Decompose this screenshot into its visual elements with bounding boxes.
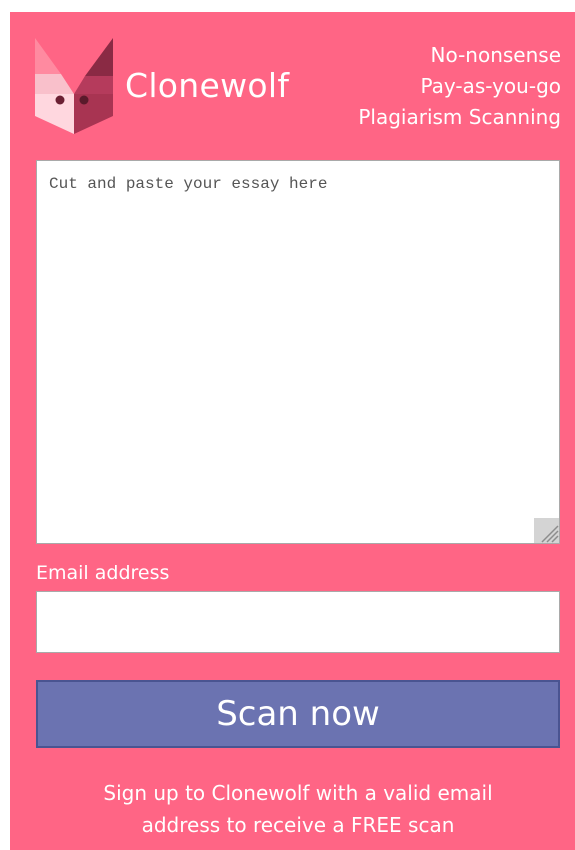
- resize-grip-icon: [541, 525, 559, 543]
- signup-note-line: Sign up to Clonewolf with a valid email: [103, 781, 493, 805]
- scan-now-button[interactable]: Scan now: [36, 680, 560, 748]
- wolf-head-icon: [35, 38, 113, 134]
- scanner-panel: Clonewolf No-nonsense Pay-as-you-go Plag…: [10, 12, 575, 850]
- tagline-line: Plagiarism Scanning: [358, 105, 561, 129]
- email-label: Email address: [36, 562, 170, 584]
- signup-note: Sign up to Clonewolf with a valid email …: [36, 777, 560, 841]
- tagline-line: Pay-as-you-go: [420, 74, 561, 98]
- signup-note-line: address to receive a FREE scan: [141, 813, 455, 837]
- brand-name: Clonewolf: [125, 66, 290, 105]
- email-field[interactable]: [36, 591, 560, 653]
- tagline-line: No-nonsense: [430, 43, 562, 67]
- textarea-resize-handle[interactable]: [534, 518, 559, 543]
- tagline: No-nonsense Pay-as-you-go Plagiarism Sca…: [358, 40, 561, 133]
- essay-textarea[interactable]: [36, 160, 560, 544]
